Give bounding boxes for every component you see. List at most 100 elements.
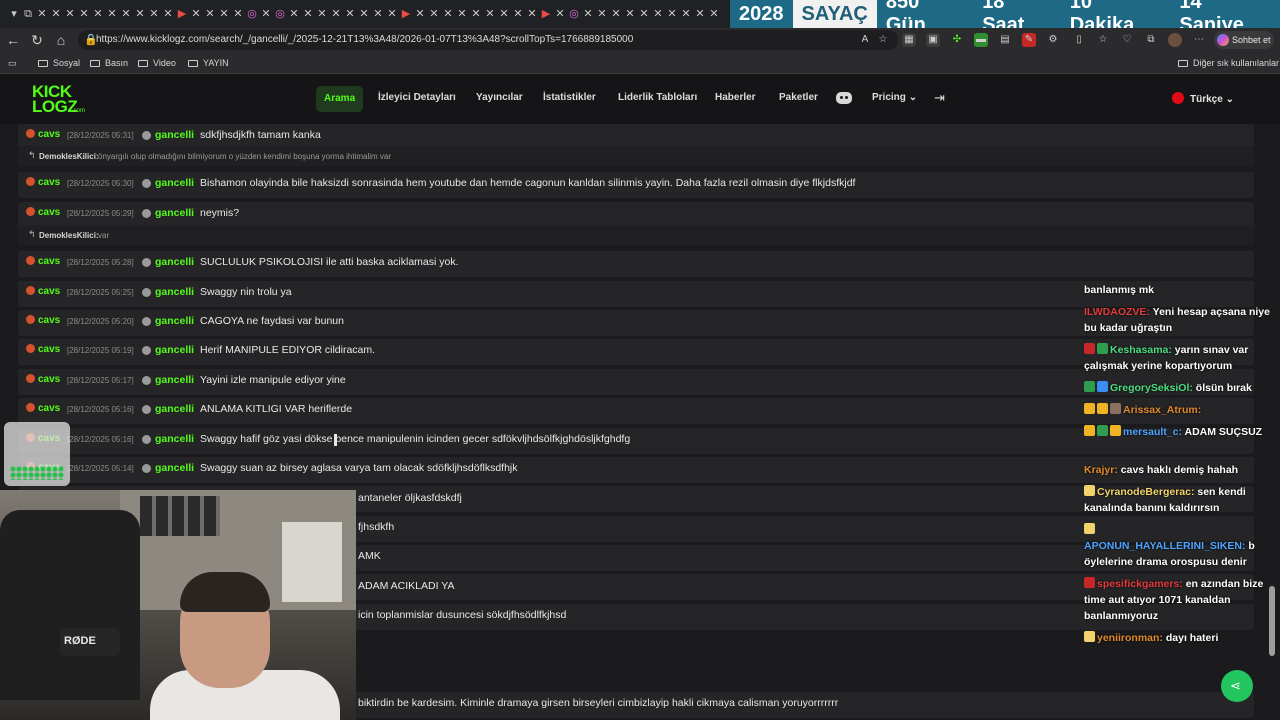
profile-avatar[interactable] [1168, 33, 1182, 47]
reload-icon[interactable]: ↻ [28, 31, 46, 49]
tab-icon[interactable]: ✕ [162, 8, 174, 20]
tab-icon[interactable]: ✕ [148, 8, 160, 20]
channel-tag[interactable]: cavs [26, 256, 60, 267]
chat-message-row[interactable]: cavs [28/12/2025 05:16] gancelli Swaggy … [18, 428, 1254, 454]
tab-icon[interactable]: ✕ [330, 8, 342, 20]
channel-tag[interactable]: cavs [26, 286, 60, 297]
tab-icon[interactable]: ✕ [554, 8, 566, 20]
tab-icon[interactable]: ✕ [610, 8, 622, 20]
channel-tag[interactable]: cavs [26, 207, 60, 218]
tab-icon[interactable]: ✕ [78, 8, 90, 20]
youtube-tab-icon[interactable]: ▶ [400, 8, 412, 20]
tab-icon[interactable]: ✕ [358, 8, 370, 20]
tab-icon[interactable]: ✕ [666, 8, 678, 20]
extensions-puzzle-icon[interactable]: ⚙ [1046, 33, 1060, 47]
share-button[interactable]: ⋖ [1221, 670, 1253, 702]
tab-icon[interactable]: ✕ [526, 8, 538, 20]
message-username[interactable]: gancelli [155, 207, 194, 219]
tab-icon[interactable]: ✕ [680, 8, 692, 20]
kicklogz-logo[interactable]: KICK LOGZ .com [30, 82, 92, 116]
extension-icon[interactable]: ▤ [998, 33, 1012, 47]
nav-istatistikler[interactable]: İstatistikler [543, 92, 596, 103]
extension-icon[interactable]: ▦ [902, 33, 916, 47]
tab-icon[interactable]: ✕ [50, 8, 62, 20]
message-username[interactable]: gancelli [155, 344, 194, 356]
tab-icon[interactable]: ✕ [316, 8, 328, 20]
favorites-icon[interactable]: ☆ [1096, 33, 1110, 47]
youtube-tab-icon[interactable]: ▶ [176, 8, 188, 20]
bookmark-folder-video[interactable]: Video [138, 58, 176, 68]
home-icon[interactable]: ⌂ [52, 31, 70, 49]
tab-icon[interactable]: ✕ [134, 8, 146, 20]
message-username[interactable]: gancelli [155, 433, 194, 445]
channel-tag[interactable]: cavs [26, 344, 60, 355]
extension-icon[interactable]: ✣ [950, 33, 964, 47]
sidebar-toggle-icon[interactable]: ▭ [8, 58, 17, 69]
tab-icon[interactable]: ✕ [386, 8, 398, 20]
back-icon[interactable]: ← [4, 31, 22, 49]
tab-icon[interactable]: ✕ [428, 8, 440, 20]
tab-icon[interactable]: ✕ [64, 8, 76, 20]
tab-icon[interactable]: ✕ [260, 8, 272, 20]
youtube-tab-icon[interactable]: ▶ [540, 8, 552, 20]
tab-icon[interactable]: ✕ [484, 8, 496, 20]
tab-icon[interactable]: ✕ [694, 8, 706, 20]
bookmark-folder-yayin[interactable]: YAYIN [188, 58, 229, 68]
tab-icon[interactable]: ✕ [218, 8, 230, 20]
tab-icon[interactable]: ✕ [190, 8, 202, 20]
favorite-star-icon[interactable]: ☆ [876, 33, 890, 47]
channel-tag[interactable]: cavs [26, 177, 60, 188]
tab-icon[interactable]: ✕ [652, 8, 664, 20]
tab-icon[interactable]: ✕ [302, 8, 314, 20]
instagram-tab-icon[interactable]: ◎ [568, 8, 580, 20]
scrollbar[interactable] [1268, 124, 1276, 720]
tab-icon[interactable]: ✕ [120, 8, 132, 20]
language-selector[interactable]: Türkçe ⌄ [1172, 92, 1234, 105]
extension-icon[interactable]: ✎ [1022, 33, 1036, 47]
tab-icon[interactable]: ✕ [92, 8, 104, 20]
message-username[interactable]: gancelli [155, 256, 194, 268]
tab-icon[interactable]: ✕ [344, 8, 356, 20]
nav-pricing[interactable]: Pricing ⌄ [872, 92, 917, 103]
tab-icon[interactable]: ✕ [232, 8, 244, 20]
message-username[interactable]: gancelli [155, 177, 194, 189]
copilot-chat-button[interactable]: Sohbet et [1214, 31, 1274, 49]
tab-strip[interactable]: ▾ ⧉ ✕ ✕ ✕ ✕ ✕ ✕ ✕ ✕ ✕ ✕ ▶ ✕ ✕ ✕ ✕ ◎ ✕ ◎ … [8, 6, 728, 22]
chat-message-row[interactable]: cavs [28/12/2025 05:17] gancelli Yayini … [18, 369, 1254, 395]
chat-message-row[interactable]: cavs [28/12/2025 05:20] gancelli CAGOYA … [18, 310, 1254, 336]
tab-icon[interactable]: ✕ [638, 8, 650, 20]
extension-icon[interactable]: ▬ [974, 33, 988, 47]
tab-icon[interactable]: ▾ [8, 8, 20, 20]
tab-icon[interactable]: ✕ [596, 8, 608, 20]
tab-icon[interactable]: ✕ [204, 8, 216, 20]
nav-yayincilar[interactable]: Yayıncılar [476, 92, 523, 103]
tab-icon[interactable]: ✕ [512, 8, 524, 20]
tab-icon[interactable]: ✕ [708, 8, 720, 20]
message-username[interactable]: gancelli [155, 315, 194, 327]
bookmark-folder-basin[interactable]: Basın [90, 58, 128, 68]
chat-message-row[interactable]: cavs [28/12/2025 05:16] gancelli ANLAMA … [18, 398, 1254, 424]
other-favorites[interactable]: Diğer sık kullanılanlar [1178, 58, 1279, 68]
extension-icon[interactable]: ▣ [926, 33, 940, 47]
tab-icon[interactable]: ✕ [372, 8, 384, 20]
login-icon[interactable]: ⇥ [934, 90, 945, 106]
discord-icon[interactable] [836, 92, 852, 104]
browser-essentials-icon[interactable]: ♡ [1120, 33, 1134, 47]
chat-message-row[interactable]: cavs [28/12/2025 05:30] gancelli Bishamo… [18, 172, 1254, 198]
tab-icon[interactable]: ✕ [456, 8, 468, 20]
nav-liderlik-tablolari[interactable]: Liderlik Tabloları [618, 92, 697, 103]
tab-icon[interactable]: ✕ [498, 8, 510, 20]
nav-paketler[interactable]: Paketler [779, 92, 818, 103]
reply-username[interactable]: DemoklesKilici: [39, 152, 99, 161]
chat-message-row[interactable]: cavs [28/12/2025 05:14] gancelli Swaggy … [18, 457, 1254, 483]
tab-icon[interactable]: ✕ [36, 8, 48, 20]
channel-tag[interactable]: cavs [26, 315, 60, 326]
message-username[interactable]: gancelli [155, 129, 194, 141]
tab-icon[interactable]: ✕ [288, 8, 300, 20]
message-username[interactable]: gancelli [155, 403, 194, 415]
tab-icon[interactable]: ✕ [106, 8, 118, 20]
nav-haberler[interactable]: Haberler [715, 92, 756, 103]
more-menu-icon[interactable]: ⋯ [1192, 33, 1206, 47]
tab-icon[interactable]: ✕ [470, 8, 482, 20]
scrollbar-thumb[interactable] [1269, 586, 1275, 656]
